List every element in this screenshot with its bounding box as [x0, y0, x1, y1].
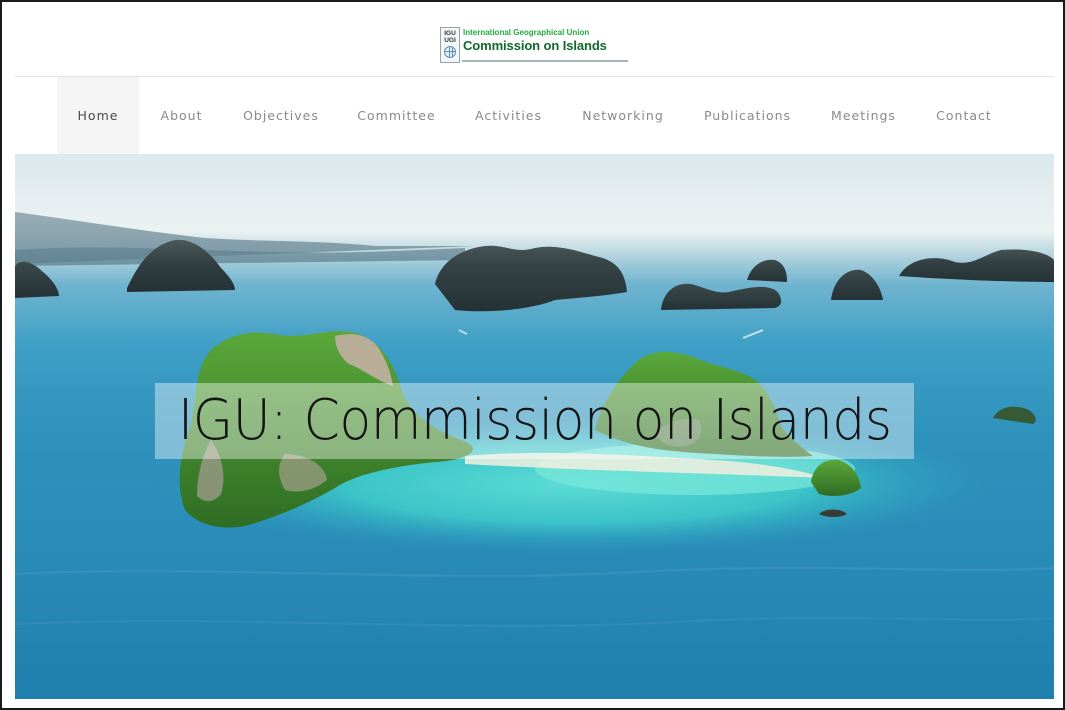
logo-commission-name: Commission on Islands — [463, 38, 607, 53]
nav-item-home[interactable]: Home — [57, 77, 139, 154]
nav-item-activities[interactable]: Activities — [455, 77, 562, 154]
nav-item-objectives[interactable]: Objectives — [224, 77, 338, 154]
hero-title-box: IGU: Commission on Islands — [155, 383, 914, 459]
hero-title: IGU: Commission on Islands — [177, 388, 892, 453]
site-logo[interactable]: IGU UGI International Geographical Union… — [440, 27, 630, 63]
igu-badge-icon: IGU UGI — [440, 27, 460, 63]
nav-item-networking[interactable]: Networking — [562, 77, 684, 154]
badge-text-ugi: UGI — [444, 37, 456, 44]
badge-text-igu: IGU — [444, 30, 456, 37]
globe-icon — [444, 46, 456, 58]
logo-underline — [462, 60, 628, 62]
nav-item-contact[interactable]: Contact — [916, 77, 1012, 154]
nav-item-publications[interactable]: Publications — [684, 77, 811, 154]
nav-item-about[interactable]: About — [139, 77, 224, 154]
logo-org-name: International Geographical Union — [463, 28, 590, 37]
logo-text: International Geographical Union Commiss… — [460, 27, 607, 63]
main-navigation: Home About Objectives Committee Activiti… — [57, 77, 1012, 154]
page-frame: IGU UGI International Geographical Union… — [0, 0, 1065, 710]
hero-banner: IGU: Commission on Islands — [15, 154, 1054, 699]
nav-item-meetings[interactable]: Meetings — [811, 77, 916, 154]
nav-item-committee[interactable]: Committee — [338, 77, 455, 154]
